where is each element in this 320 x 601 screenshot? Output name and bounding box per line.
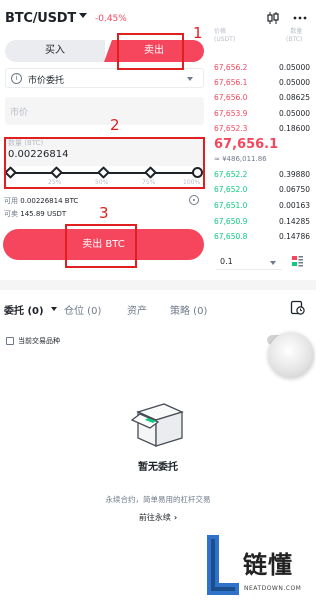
annotation-box-3	[65, 224, 137, 268]
sellable-label: 可卖	[4, 210, 18, 218]
bid-price: 67,650.8	[214, 232, 248, 241]
bid-row[interactable]: 67,652.2 0.39880	[214, 170, 310, 182]
ask-price: 67,652.3	[214, 124, 248, 133]
go-to-perpetual-link[interactable]: 前往永续 ›	[0, 512, 316, 523]
annotation-number-1: 1	[193, 24, 203, 42]
bid-price: 67,652.2	[214, 170, 248, 179]
last-price-cny: ≈ ¥486,011.86	[214, 155, 267, 163]
orderbook-price-header: 价格 (USDT)	[214, 28, 235, 44]
current-symbol-label: 当前交易品种	[18, 337, 60, 345]
bid-row[interactable]: 67,651.0 0.00163	[214, 201, 310, 213]
bid-qty: 0.39880	[278, 170, 310, 179]
empty-state-title: 暂无委托	[138, 462, 178, 473]
bid-price: 67,652.0	[214, 185, 248, 194]
brand-logo-icon	[207, 535, 239, 595]
info-icon[interactable]: i	[11, 73, 22, 84]
tab-assets[interactable]: 资产	[127, 302, 147, 317]
brand-name-cn: 链懂	[243, 551, 293, 579]
annotation-number-3: 3	[99, 204, 109, 222]
current-symbol-checkbox[interactable]	[6, 337, 14, 345]
order-type-select[interactable]: i 市价委托	[5, 68, 204, 88]
chevron-down-icon[interactable]	[79, 13, 87, 18]
bid-row[interactable]: 67,650.8 0.14786	[214, 232, 310, 244]
available-balance: 可用 0.00226814 BTC	[4, 196, 78, 206]
brand-name-en: NEATDOWN.COM	[244, 585, 302, 592]
chevron-down-icon	[270, 261, 276, 265]
bid-qty: 0.14285	[278, 217, 310, 226]
precision-select[interactable]: 0.1	[216, 254, 282, 270]
bid-row[interactable]: 67,650.9 0.14285	[214, 217, 310, 229]
ask-qty: 0.05000	[278, 78, 310, 87]
sellable-balance: 可卖 145.89 USDT	[4, 209, 66, 219]
ask-price: 67,656.0	[214, 93, 248, 102]
order-type-value: 市价委托	[28, 76, 65, 86]
trade-screen: BTC/USDT -0.45% 买入 卖出 i 市价委托 市价 数量 (BTC)…	[0, 0, 316, 601]
ask-price: 67,656.1	[214, 78, 248, 87]
empty-box-icon	[130, 403, 184, 448]
ask-price: 67,656.2	[214, 63, 248, 72]
ask-qty: 0.05000	[278, 63, 310, 72]
section-divider	[0, 280, 316, 290]
orderbook-qty-header: 数量 (BTC)	[286, 28, 302, 44]
bid-qty: 0.00163	[278, 201, 310, 210]
bid-qty: 0.14786	[278, 232, 310, 241]
price-header-label: 价格	[214, 28, 227, 35]
last-price: 67,656.1	[214, 137, 279, 152]
available-value: 0.00226814 BTC	[20, 197, 79, 205]
tab-strategies[interactable]: 策略 (0)	[170, 302, 207, 317]
available-label: 可用	[4, 197, 18, 205]
ask-row[interactable]: 67,656.0 0.08625	[214, 93, 310, 105]
orderbook-layout-icon[interactable]	[292, 256, 303, 267]
bid-row[interactable]: 67,652.0 0.06750	[214, 185, 310, 197]
ask-price: 67,653.9	[214, 109, 248, 118]
chevron-down-icon	[187, 77, 193, 81]
price-header-unit: (USDT)	[214, 36, 236, 43]
ask-row[interactable]: 67,653.9 0.05000	[214, 109, 310, 121]
tab-orders[interactable]: 委托 (0)	[4, 302, 44, 317]
bid-price: 67,651.0	[214, 201, 248, 210]
empty-state-subtitle: 永续合约，简单易用的杠杆交易	[105, 495, 211, 504]
ask-row[interactable]: 67,656.2 0.05000	[214, 63, 310, 75]
top-bar: BTC/USDT -0.45%	[0, 0, 316, 34]
qty-header-unit: (BTC)	[286, 36, 303, 43]
ask-row[interactable]: 67,656.1 0.05000	[214, 78, 310, 90]
precision-value: 0.1	[220, 257, 233, 266]
candlestick-icon[interactable]	[266, 11, 280, 25]
tab-positions[interactable]: 仓位 (0)	[64, 302, 101, 317]
sellable-value: 145.89 USDT	[20, 210, 67, 218]
price-change: -0.45%	[95, 14, 127, 24]
chevron-right-icon: ›	[173, 513, 178, 522]
ask-qty: 0.18600	[278, 124, 310, 133]
chevron-down-icon[interactable]	[51, 307, 57, 311]
go-to-perpetual-label: 前往永续	[138, 513, 171, 522]
bid-qty: 0.06750	[278, 185, 310, 194]
more-icon[interactable]	[292, 11, 308, 25]
order-history-icon[interactable]	[290, 300, 305, 315]
price-input[interactable]: 市价	[5, 97, 204, 125]
buy-tab[interactable]: 买入	[5, 40, 105, 62]
qty-header-label: 数量	[290, 28, 303, 35]
ask-row[interactable]: 67,652.3 0.18600	[214, 124, 310, 136]
floating-assistive-button[interactable]	[268, 332, 314, 378]
ask-qty: 0.08625	[278, 93, 310, 102]
annotation-box-2	[4, 137, 205, 189]
watermark-logo: 链懂 NEATDOWN.COM	[201, 529, 316, 601]
transfer-icon[interactable]	[189, 195, 199, 205]
bid-price: 67,650.9	[214, 217, 248, 226]
annotation-box-1	[117, 33, 184, 70]
pair-selector[interactable]: BTC/USDT	[5, 11, 76, 26]
ask-qty: 0.05000	[278, 109, 310, 118]
annotation-number-2: 2	[110, 116, 120, 134]
price-placeholder: 市价	[10, 108, 29, 118]
